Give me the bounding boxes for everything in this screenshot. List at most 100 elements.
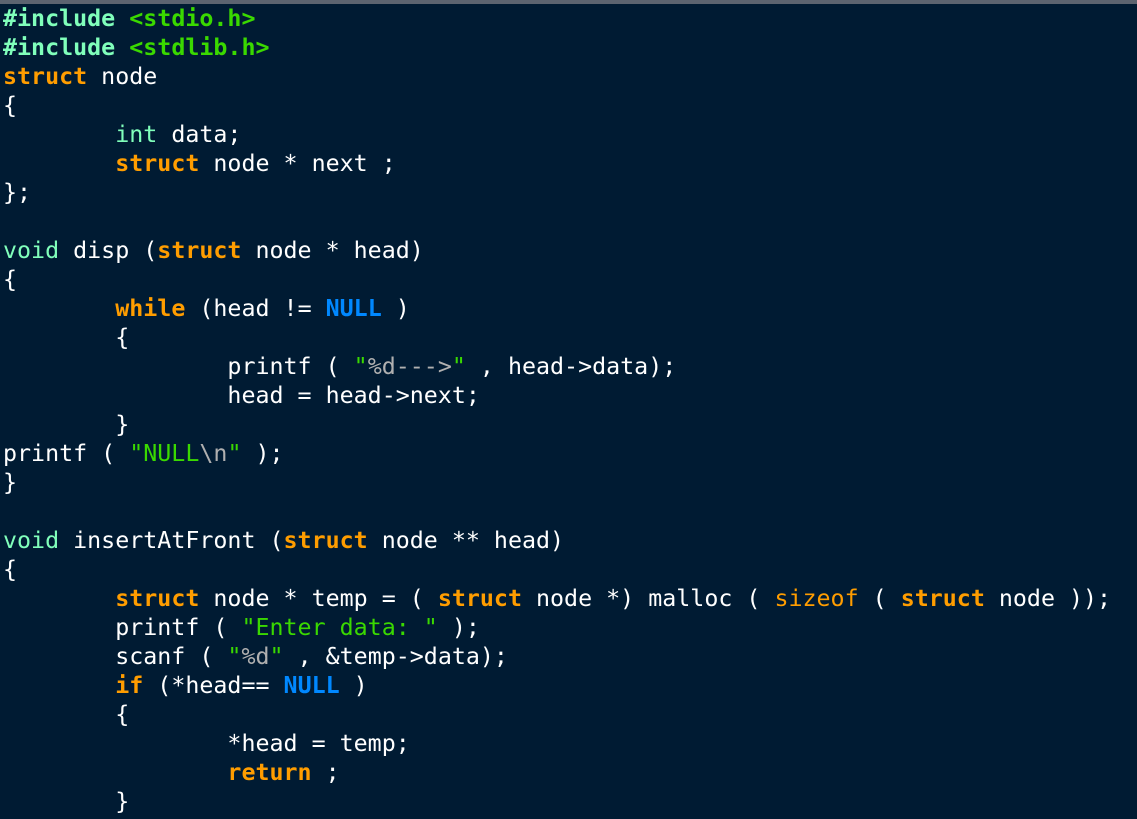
code-line[interactable]: { xyxy=(3,700,1137,729)
code-token-keyword: struct xyxy=(115,150,200,177)
code-token-keyword: return xyxy=(227,759,312,786)
code-token-keyword: struct xyxy=(3,63,88,90)
code-token-string: " xyxy=(269,643,284,670)
code-token-plain: head = head->next; xyxy=(3,382,480,409)
code-token-plain: printf ( xyxy=(3,440,130,467)
code-token-header: <stdlib.h> xyxy=(129,34,270,61)
code-editor[interactable]: #include <stdio.h> #include <stdlib.h> str… xyxy=(3,4,1137,819)
code-token-plain: , head->data); xyxy=(465,353,677,380)
code-token-plain: printf ( xyxy=(3,353,354,380)
code-token-string: "NULL xyxy=(129,440,200,467)
code-token-plain: } xyxy=(3,411,130,438)
code-token-string: " xyxy=(227,643,242,670)
code-line[interactable]: head = head->next; xyxy=(3,381,1137,410)
code-token-plain: { xyxy=(3,266,18,293)
code-token-plain: (*head== xyxy=(143,672,284,699)
code-token-plain: ( xyxy=(858,585,901,612)
code-token-plain: node )); xyxy=(984,585,1112,612)
code-token-keyword: if xyxy=(115,672,144,699)
code-line[interactable]: scanf ( "%d" , &temp->data); xyxy=(3,642,1137,671)
code-line[interactable]: } xyxy=(3,468,1137,497)
code-line[interactable]: *head = temp; xyxy=(3,729,1137,758)
code-line[interactable]: printf ( "%d--->" , head->data); xyxy=(3,352,1137,381)
code-token-const: NULL xyxy=(325,295,382,322)
code-token-plain: insertAtFront ( xyxy=(59,527,284,554)
code-line[interactable]: #include <stdio.h> xyxy=(3,4,1137,33)
code-token-plain: }; xyxy=(3,179,32,206)
code-line[interactable]: struct node * next ; xyxy=(3,149,1137,178)
code-line[interactable]: void insertAtFront (struct node ** head) xyxy=(3,526,1137,555)
code-token-string: " xyxy=(451,353,466,380)
code-token-plain: (head != xyxy=(185,295,326,322)
code-token-header: <stdio.h> xyxy=(129,5,256,32)
code-line[interactable]: int data; xyxy=(3,120,1137,149)
code-token-kwfunc: sizeof xyxy=(774,585,859,612)
code-token-plain: { xyxy=(3,324,130,351)
code-token-plain: node * temp = ( xyxy=(199,585,438,612)
code-token-plain: ) xyxy=(381,295,410,322)
code-token-escape: %d xyxy=(241,643,270,670)
code-line[interactable]: #include <stdlib.h> xyxy=(3,33,1137,62)
code-token-plain: ; xyxy=(311,759,340,786)
code-token-plain: { xyxy=(3,701,130,728)
code-token-keyword: struct xyxy=(283,527,368,554)
code-line[interactable]: { xyxy=(3,323,1137,352)
code-line[interactable]: printf ( "NULL\n" ); xyxy=(3,439,1137,468)
code-token-plain: { xyxy=(3,92,18,119)
code-line[interactable]: } xyxy=(3,787,1137,816)
code-token-plain: scanf ( xyxy=(3,643,228,670)
code-line[interactable]: printf ( "Enter data: " ); xyxy=(3,613,1137,642)
code-token-plain: disp ( xyxy=(59,237,158,264)
code-token-plain: node xyxy=(87,63,158,90)
code-token-string: "Enter data: " xyxy=(241,614,438,641)
code-token-voidkw: void xyxy=(3,237,60,264)
code-token-plain: node *) malloc ( xyxy=(521,585,775,612)
code-token-plain: printf ( xyxy=(3,614,242,641)
code-token-plain: data; xyxy=(157,121,242,148)
code-line[interactable]: struct node * temp = ( struct node *) ma… xyxy=(3,584,1137,613)
code-line[interactable]: } xyxy=(3,410,1137,439)
code-line[interactable] xyxy=(3,207,1137,236)
code-line[interactable]: }; xyxy=(3,178,1137,207)
code-token-keyword: struct xyxy=(900,585,985,612)
code-line[interactable]: { xyxy=(3,555,1137,584)
code-token-escape: %d---> xyxy=(367,353,452,380)
code-token-plain: ) xyxy=(339,672,368,699)
code-token-string: " xyxy=(227,440,242,467)
code-token-keyword: struct xyxy=(157,237,242,264)
code-line[interactable]: return ; xyxy=(3,758,1137,787)
code-token-plain: node * next ; xyxy=(199,150,396,177)
code-token-plain: node * head) xyxy=(241,237,424,264)
code-token-voidkw: void xyxy=(3,527,60,554)
code-token-escape: \n xyxy=(199,440,228,467)
code-line[interactable]: void disp (struct node * head) xyxy=(3,236,1137,265)
code-token-plain: *head = temp; xyxy=(3,730,410,757)
code-token-plain: { xyxy=(3,556,18,583)
code-token-plain: node ** head) xyxy=(367,527,565,554)
code-line[interactable]: { xyxy=(3,91,1137,120)
code-token-include: #include xyxy=(3,5,116,32)
code-line[interactable]: struct node xyxy=(3,62,1137,91)
code-token-plain: , &temp->data); xyxy=(283,643,508,670)
code-token-type: int xyxy=(115,121,158,148)
code-token-keyword: struct xyxy=(437,585,522,612)
code-line[interactable]: if (*head== NULL ) xyxy=(3,671,1137,700)
code-token-keyword: while xyxy=(115,295,186,322)
code-token-keyword: struct xyxy=(115,585,200,612)
code-token-plain: ); xyxy=(241,440,284,467)
code-line[interactable] xyxy=(3,497,1137,526)
code-token-plain: } xyxy=(3,469,18,496)
code-token-const: NULL xyxy=(283,672,340,699)
code-token-plain: } xyxy=(3,788,130,815)
code-token-plain: ); xyxy=(437,614,480,641)
code-token-include: #include xyxy=(3,34,116,61)
code-line[interactable]: { xyxy=(3,265,1137,294)
code-line[interactable]: while (head != NULL ) xyxy=(3,294,1137,323)
